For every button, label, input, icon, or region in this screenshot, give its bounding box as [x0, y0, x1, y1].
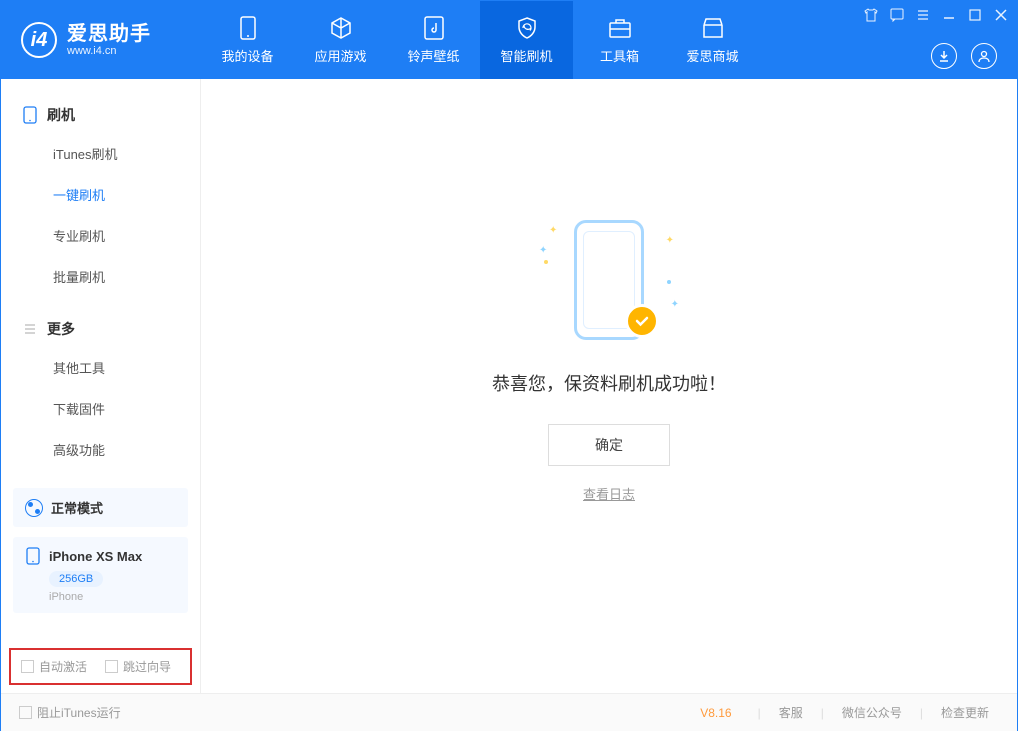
mode-card[interactable]: 正常模式: [13, 488, 188, 527]
device-icon: [240, 16, 256, 40]
checkbox-box: [21, 660, 34, 673]
window-controls: [863, 7, 1009, 23]
sidebar: 刷机 iTunes刷机 一键刷机 专业刷机 批量刷机 更多 其他工具 下载固件 …: [1, 79, 201, 693]
app-title: 爱思助手: [67, 23, 151, 45]
minimize-icon[interactable]: [941, 7, 957, 23]
tab-toolbox[interactable]: 工具箱: [573, 1, 666, 79]
tab-ringtone-wallpaper[interactable]: 铃声壁纸: [387, 1, 480, 79]
checkbox-box: [105, 660, 118, 673]
footer: 阻止iTunes运行 V8.16 | 客服 | 微信公众号 | 检查更新: [1, 693, 1017, 731]
ok-button[interactable]: 确定: [548, 424, 670, 466]
tab-smart-flash[interactable]: 智能刷机: [480, 1, 573, 79]
main-tabs: 我的设备 应用游戏 铃声壁纸 智能刷机 工具箱 爱思商城: [201, 1, 759, 79]
sidebar-item-oneclick-flash[interactable]: 一键刷机: [1, 174, 200, 215]
toolbox-icon: [608, 16, 632, 40]
maximize-icon[interactable]: [967, 7, 983, 23]
tab-app-games[interactable]: 应用游戏: [294, 1, 387, 79]
success-message: 恭喜您，保资料刷机成功啦！: [492, 370, 726, 396]
sidebar-section-flash: 刷机: [1, 97, 200, 133]
device-storage-badge: 256GB: [49, 571, 103, 587]
shield-refresh-icon: [515, 16, 539, 40]
checkbox-block-itunes[interactable]: 阻止iTunes运行: [19, 704, 121, 721]
footer-link-wechat[interactable]: 微信公众号: [832, 704, 912, 721]
sidebar-section-more: 更多: [1, 311, 200, 347]
menu-icon[interactable]: [915, 7, 931, 23]
download-button[interactable]: [931, 43, 957, 69]
device-card[interactable]: iPhone XS Max 256GB iPhone: [13, 537, 188, 613]
checkbox-skip-guide[interactable]: 跳过向导: [105, 658, 171, 675]
device-name: iPhone XS Max: [49, 549, 142, 564]
footer-link-support[interactable]: 客服: [769, 704, 813, 721]
tab-my-device[interactable]: 我的设备: [201, 1, 294, 79]
checkbox-row-highlighted: 自动激活 跳过向导: [9, 648, 192, 685]
mode-label: 正常模式: [51, 498, 103, 517]
list-icon: [23, 322, 37, 336]
device-phone-icon: [25, 547, 41, 565]
sidebar-item-itunes-flash[interactable]: iTunes刷机: [1, 133, 200, 174]
version-label: V8.16: [700, 706, 731, 720]
checkbox-auto-activate[interactable]: 自动激活: [21, 658, 87, 675]
main-content: ✦✦ ✦✦ 恭喜您，保资料刷机成功啦！ 确定 查看日志: [201, 79, 1017, 693]
logo-area: i4 爱思助手 www.i4.cn: [1, 22, 201, 58]
tab-store[interactable]: 爱思商城: [666, 1, 759, 79]
tshirt-icon[interactable]: [863, 7, 879, 23]
sidebar-item-advanced[interactable]: 高级功能: [1, 429, 200, 470]
view-log-link[interactable]: 查看日志: [583, 484, 635, 503]
checkbox-box: [19, 706, 32, 719]
cube-icon: [329, 16, 353, 40]
mode-icon: [25, 499, 43, 517]
phone-icon: [23, 106, 37, 124]
music-file-icon: [424, 16, 444, 40]
check-badge-icon: [625, 304, 659, 338]
success-illustration: ✦✦ ✦✦: [539, 210, 679, 350]
user-button[interactable]: [971, 43, 997, 69]
sidebar-item-other-tools[interactable]: 其他工具: [1, 347, 200, 388]
close-icon[interactable]: [993, 7, 1009, 23]
app-url: www.i4.cn: [67, 45, 151, 57]
footer-link-update[interactable]: 检查更新: [931, 704, 999, 721]
sidebar-item-pro-flash[interactable]: 专业刷机: [1, 215, 200, 256]
sidebar-item-download-firmware[interactable]: 下载固件: [1, 388, 200, 429]
store-icon: [701, 16, 725, 40]
header: i4 爱思助手 www.i4.cn 我的设备 应用游戏 铃声壁纸 智能刷机 工具…: [1, 1, 1017, 79]
device-type: iPhone: [49, 591, 176, 603]
feedback-icon[interactable]: [889, 7, 905, 23]
logo-icon: i4: [21, 22, 57, 58]
sidebar-item-batch-flash[interactable]: 批量刷机: [1, 256, 200, 297]
